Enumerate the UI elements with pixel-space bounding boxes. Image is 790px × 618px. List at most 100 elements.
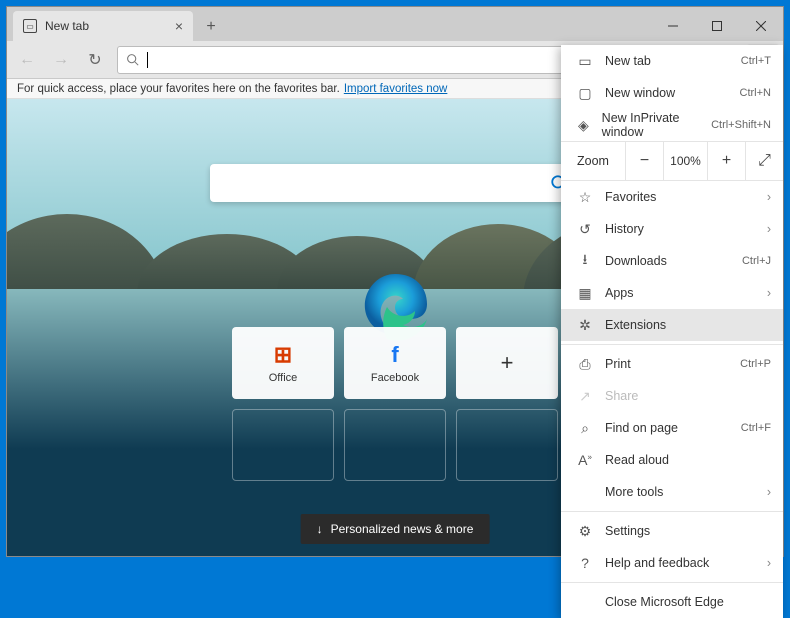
menu-help[interactable]: ? Help and feedback ›: [561, 547, 783, 579]
menu-label: Find on page: [605, 421, 678, 435]
tile-empty[interactable]: [344, 409, 446, 481]
menu-zoom-row: Zoom − 100% + ⤢: [561, 141, 783, 181]
menu-label: Close Microsoft Edge: [605, 595, 724, 609]
close-window-button[interactable]: [739, 11, 783, 41]
menu-new-tab[interactable]: ▭ New tab Ctrl+T: [561, 45, 783, 77]
menu-shortcut: Ctrl+N: [740, 87, 771, 99]
menu-favorites[interactable]: ☆ Favorites ›: [561, 181, 783, 213]
menu-shortcut: Ctrl+J: [742, 255, 771, 267]
menu-extensions[interactable]: ✲ Extensions: [561, 309, 783, 341]
maximize-button[interactable]: [695, 11, 739, 41]
menu-settings[interactable]: ⚙ Settings: [561, 515, 783, 547]
browser-window: ▭ New tab × + ← → ↻ ☆: [6, 6, 784, 557]
inprivate-icon: ◈: [577, 117, 590, 134]
menu-label: Downloads: [605, 254, 667, 268]
settings-dropdown-menu: ▭ New tab Ctrl+T ▢ New window Ctrl+N ◈ N…: [561, 45, 783, 618]
fullscreen-button[interactable]: ⤢: [745, 141, 783, 181]
tile-office[interactable]: ⊞ Office: [232, 327, 334, 399]
history-icon: ↺: [577, 221, 593, 238]
newtab-icon: ▭: [577, 53, 593, 70]
zoom-value: 100%: [663, 141, 707, 181]
back-button[interactable]: ←: [11, 44, 43, 76]
forward-button[interactable]: →: [45, 44, 77, 76]
tile-label: Facebook: [371, 372, 419, 384]
page-search-box[interactable]: [210, 164, 580, 202]
chevron-right-icon: ›: [767, 222, 771, 236]
tab-title: New tab: [45, 19, 89, 33]
tile-facebook[interactable]: f Facebook: [344, 327, 446, 399]
menu-new-window[interactable]: ▢ New window Ctrl+N: [561, 77, 783, 109]
menu-more-tools[interactable]: More tools ›: [561, 476, 783, 508]
tile-add[interactable]: +: [456, 327, 558, 399]
window-icon: ▢: [577, 85, 593, 102]
news-label: Personalized news & more: [331, 522, 474, 536]
gear-icon: ⚙: [577, 523, 593, 540]
menu-shortcut: Ctrl+T: [741, 55, 771, 67]
extensions-icon: ✲: [577, 317, 593, 334]
menu-label: Print: [605, 357, 631, 371]
tab-close-icon[interactable]: ×: [175, 18, 183, 34]
import-favorites-link[interactable]: Import favorites now: [344, 83, 448, 95]
download-icon: ⭳: [577, 249, 593, 273]
menu-find[interactable]: ⌕ Find on page Ctrl+F: [561, 412, 783, 444]
menu-label: More tools: [605, 485, 663, 499]
apps-icon: ▦: [577, 285, 593, 302]
share-icon: ↗: [577, 388, 593, 405]
plus-icon: +: [501, 350, 514, 376]
window-controls: [651, 11, 783, 41]
menu-label: New window: [605, 86, 675, 100]
menu-label: History: [605, 222, 644, 236]
menu-print[interactable]: ⎙ Print Ctrl+P: [561, 348, 783, 380]
chevron-right-icon: ›: [767, 556, 771, 570]
titlebar: ▭ New tab × +: [7, 7, 783, 41]
zoom-out-button[interactable]: −: [625, 141, 663, 181]
search-icon: [126, 53, 139, 66]
menu-label: Settings: [605, 524, 650, 538]
minimize-button[interactable]: [651, 11, 695, 41]
facebook-icon: f: [391, 342, 398, 368]
chevron-right-icon: ›: [767, 286, 771, 300]
menu-shortcut: Ctrl+F: [741, 422, 771, 434]
menu-downloads[interactable]: ⭳ Downloads Ctrl+J: [561, 245, 783, 277]
menu-label: Extensions: [605, 318, 666, 332]
menu-label: Read aloud: [605, 453, 669, 467]
read-aloud-icon: A»: [577, 452, 593, 468]
refresh-button[interactable]: ↻: [79, 44, 111, 76]
menu-label: Favorites: [605, 190, 656, 204]
menu-apps[interactable]: ▦ Apps ›: [561, 277, 783, 309]
address-input[interactable]: [156, 52, 603, 67]
chevron-right-icon: ›: [767, 485, 771, 499]
chevron-right-icon: ›: [767, 190, 771, 204]
menu-label: Share: [605, 389, 638, 403]
menu-separator: [561, 511, 783, 512]
menu-label: New tab: [605, 54, 651, 68]
find-icon: ⌕: [577, 420, 593, 437]
menu-close-edge[interactable]: Close Microsoft Edge: [561, 586, 783, 618]
menu-label: New InPrivate window: [602, 111, 699, 139]
help-icon: ?: [577, 555, 593, 571]
zoom-label: Zoom: [561, 154, 625, 168]
menu-separator: [561, 582, 783, 583]
menu-history[interactable]: ↺ History ›: [561, 213, 783, 245]
menu-separator: [561, 344, 783, 345]
tile-empty[interactable]: [456, 409, 558, 481]
arrow-down-icon: ↓: [317, 522, 323, 536]
menu-new-inprivate[interactable]: ◈ New InPrivate window Ctrl+Shift+N: [561, 109, 783, 141]
print-icon: ⎙: [577, 356, 593, 373]
personalized-news-button[interactable]: ↓ Personalized news & more: [301, 514, 490, 544]
tile-empty[interactable]: [232, 409, 334, 481]
tile-label: Office: [269, 372, 298, 384]
quick-links-grid: ⊞ Office f Facebook +: [232, 327, 558, 481]
browser-tab[interactable]: ▭ New tab ×: [13, 11, 193, 41]
newtab-favicon-icon: ▭: [23, 19, 37, 33]
zoom-in-button[interactable]: +: [707, 141, 745, 181]
new-tab-button[interactable]: +: [197, 13, 225, 41]
menu-share: ↗ Share: [561, 380, 783, 412]
menu-read-aloud[interactable]: A» Read aloud: [561, 444, 783, 476]
favorites-bar-text: For quick access, place your favorites h…: [17, 83, 340, 95]
text-cursor: [147, 52, 148, 68]
menu-label: Help and feedback: [605, 556, 709, 570]
menu-label: Apps: [605, 286, 634, 300]
menu-shortcut: Ctrl+Shift+N: [711, 119, 771, 131]
star-icon: ☆: [577, 189, 593, 206]
